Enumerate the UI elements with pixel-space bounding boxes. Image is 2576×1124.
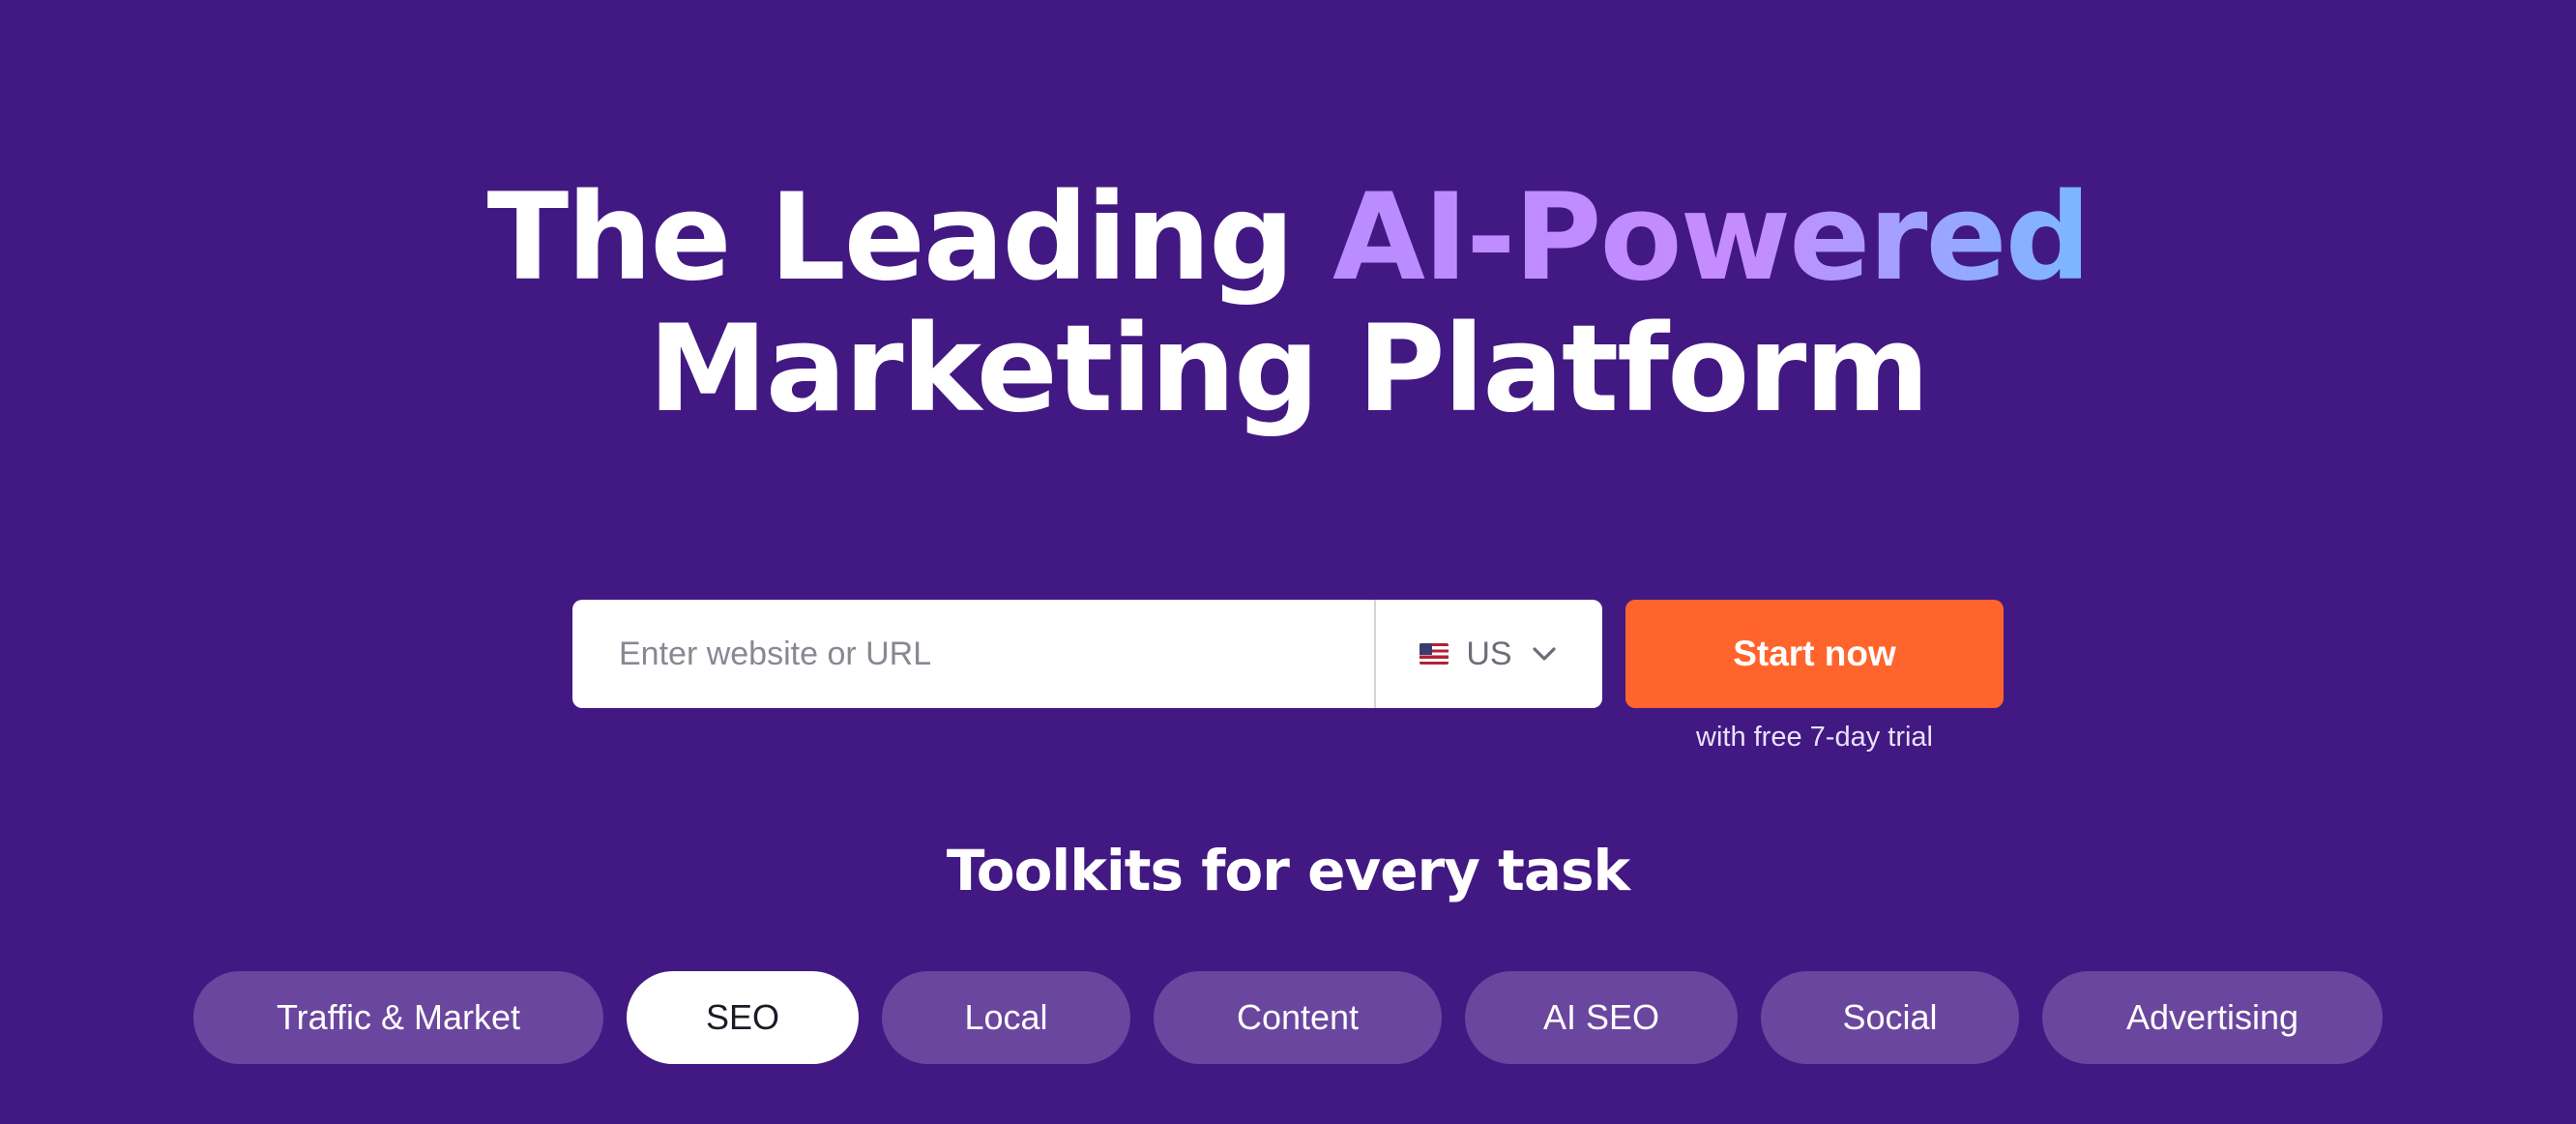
country-select-value: US — [1466, 635, 1512, 672]
chevron-down-icon — [1532, 647, 1556, 661]
hero-title-line-1: The Leading AI-Powered — [0, 172, 2576, 304]
hero-title-accent: AI-Powered — [1332, 168, 2091, 308]
country-select[interactable]: US — [1374, 600, 1602, 708]
us-flag-icon — [1420, 643, 1449, 665]
tab-ai-seo[interactable]: AI SEO — [1465, 971, 1738, 1064]
tab-traffic-market[interactable]: Traffic & Market — [193, 971, 603, 1064]
hero-section: The Leading AI-Powered Marketing Platfor… — [0, 0, 2576, 1124]
hero-title: The Leading AI-Powered Marketing Platfor… — [0, 172, 2576, 435]
toolkits-heading: Toolkits for every task — [946, 838, 1630, 903]
free-trial-note: with free 7-day trial — [1696, 722, 1933, 753]
start-now-button[interactable]: Start now — [1625, 600, 2004, 708]
tab-content[interactable]: Content — [1154, 971, 1442, 1064]
website-url-input[interactable] — [572, 600, 1374, 708]
hero-title-text: The Leading — [486, 168, 1333, 308]
tab-local[interactable]: Local — [882, 971, 1130, 1064]
tab-social[interactable]: Social — [1761, 971, 2019, 1064]
hero-title-line-2: Marketing Platform — [648, 300, 1929, 439]
tab-seo[interactable]: SEO — [627, 971, 859, 1064]
search-form: US — [572, 600, 1602, 708]
tab-advertising[interactable]: Advertising — [2042, 971, 2383, 1064]
